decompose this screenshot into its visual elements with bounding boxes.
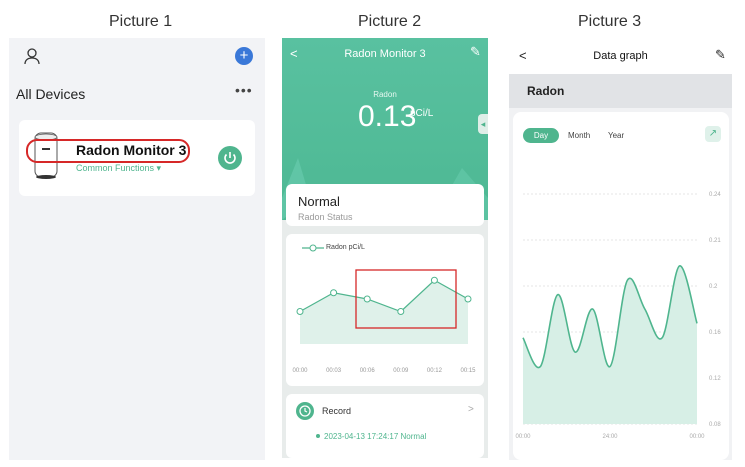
chevron-right-icon[interactable]: > [468, 404, 474, 415]
caption-picture-1: Picture 1 [109, 13, 173, 30]
caption-picture-2: Picture 2 [358, 13, 422, 30]
status-value: Normal [298, 194, 340, 209]
screen-device-detail: < Radon Monitor 3 ✎ Radon 0.13 pCi/L ◂ N… [282, 38, 488, 458]
chart-point [363, 295, 371, 303]
device-card[interactable]: Radon Monitor 3 Common Functions ▾ [19, 120, 255, 196]
y-tick-label: 0.16 [709, 330, 721, 336]
chart-point [430, 276, 438, 284]
clock-icon [296, 402, 314, 420]
y-tick-label: 0.12 [709, 376, 721, 382]
status-card: Normal Radon Status [286, 184, 484, 226]
x-tick-label: 00:09 [393, 368, 409, 374]
device-name[interactable]: Radon Monitor 3 [76, 142, 186, 158]
radon-chart-card: Radon pCi/L 00:00 00:03 00:06 00:09 00:12 00:… [286, 234, 484, 386]
record-dot [316, 434, 320, 438]
edit-icon[interactable]: ✎ [715, 47, 726, 63]
radon-line-chart: 00:00 00:03 00:06 00:09 00:12 00:15 [292, 269, 476, 374]
common-functions-link[interactable]: Common Functions ▾ [76, 163, 161, 174]
chart-point [464, 295, 472, 303]
y-tick-label: 0.08 [709, 422, 721, 428]
x-tick-label: 24:00 [602, 434, 618, 440]
y-tick-label: 0.2 [709, 284, 718, 290]
chart-point [330, 289, 338, 297]
power-icon[interactable] [218, 146, 242, 170]
radon-label: Radon [373, 90, 397, 99]
screen-all-devices: + All Devices ••• Radon Monitor 3 Common… [9, 38, 265, 460]
chart-area-fill [523, 265, 697, 424]
section-title: Radon [527, 84, 565, 98]
radon-value: 0.13 [358, 100, 417, 133]
screen-data-graph: < Data graph ✎ Radon Day Month Year ↗ 0.… [509, 38, 732, 460]
x-tick-label: 00:00 [292, 368, 308, 374]
graph-card: Day Month Year ↗ 0.24 0.21 0.2 0.16 0.12 0.08… [513, 112, 729, 460]
x-tick-label: 00:00 [515, 434, 531, 440]
x-tick-label: 00:03 [326, 368, 342, 374]
device-title: Radon Monitor 3 [344, 48, 426, 60]
radon-area-chart: 0.24 0.21 0.2 0.16 0.12 0.08 00:00 24:00 00:00 [515, 192, 721, 440]
chart-area-fill [300, 280, 468, 344]
ellipsis-icon[interactable]: ••• [235, 82, 253, 98]
caption-picture-3: Picture 3 [578, 13, 642, 30]
y-tick-label: 0.24 [709, 192, 721, 198]
edit-icon[interactable]: ✎ [470, 44, 481, 60]
x-tick-label: 00:06 [360, 368, 376, 374]
record-entry: 2023-04-13 17:24:17 Normal [324, 432, 427, 441]
page-title: Data graph [593, 50, 648, 62]
x-tick-label: 00:00 [689, 434, 705, 440]
x-tick-label: 00:12 [427, 368, 443, 374]
x-tick-label: 00:15 [460, 368, 476, 374]
record-card[interactable]: Record > 2023-04-13 17:24:17 Normal [286, 394, 484, 458]
status-label: Radon Status [298, 212, 353, 222]
chart-point [296, 308, 304, 315]
user-icon[interactable] [23, 47, 41, 70]
chart-point [397, 308, 405, 315]
radon-unit: pCi/L [410, 108, 434, 119]
side-tab-icon[interactable]: ◂ [478, 114, 488, 134]
page-title: All Devices [16, 86, 86, 102]
record-title: Record [322, 406, 352, 416]
plus-icon[interactable]: + [235, 47, 253, 65]
y-tick-label: 0.21 [709, 238, 721, 244]
